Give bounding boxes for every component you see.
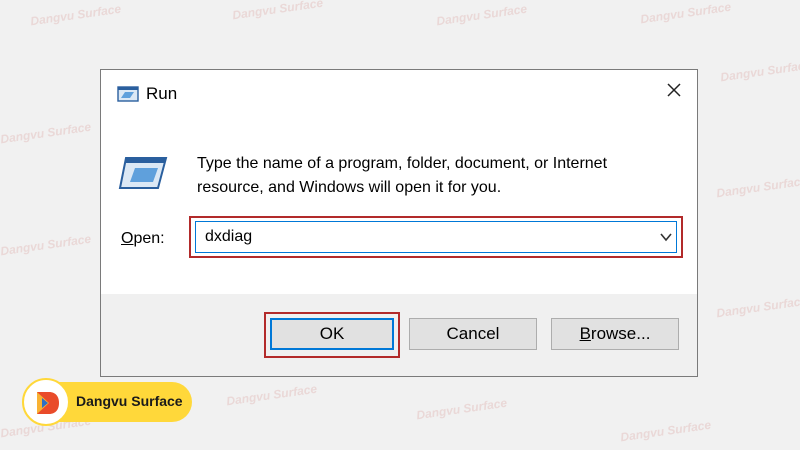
- close-button[interactable]: [651, 70, 697, 110]
- chevron-down-icon[interactable]: [660, 232, 672, 242]
- cancel-label: Cancel: [446, 324, 500, 343]
- watermark-text: Dangvu Surface: [0, 231, 92, 259]
- watermark-text: Dangvu Surface: [415, 395, 508, 423]
- watermark-text: Dangvu Surface: [715, 293, 800, 321]
- watermark-text: Dangvu Surface: [231, 0, 324, 23]
- open-input-value: dxdiag: [205, 228, 253, 245]
- run-dialog: Run Type the name of a program, folder, …: [100, 69, 698, 377]
- browse-label-accelerator: B: [579, 324, 591, 343]
- watermark-text: Dangvu Surface: [619, 417, 712, 445]
- watermark-text: Dangvu Surface: [225, 381, 318, 409]
- run-program-icon: [118, 157, 168, 189]
- open-label-text: pen:: [133, 230, 165, 247]
- watermark-text: Dangvu Surface: [435, 1, 528, 29]
- description-text: Type the name of a program, folder, docu…: [197, 155, 608, 196]
- open-input[interactable]: dxdiag: [195, 221, 677, 253]
- browse-label: rowse...: [590, 324, 651, 343]
- watermark-text: Dangvu Surface: [639, 0, 732, 27]
- button-bar: OK Cancel Browse...: [101, 294, 697, 376]
- close-icon: [667, 83, 681, 97]
- title-bar[interactable]: Run: [101, 70, 697, 116]
- logo-circle: [22, 378, 70, 426]
- window-title: Run: [146, 84, 178, 103]
- ok-label: OK: [319, 324, 345, 343]
- run-icon: [117, 86, 139, 102]
- watermark-text: Dangvu Surface: [29, 1, 122, 29]
- watermark-text: Dangvu Surface: [0, 119, 92, 147]
- browse-button[interactable]: Browse...: [551, 318, 679, 350]
- watermark-text: Dangvu Surface: [715, 173, 800, 201]
- open-label: Open:: [121, 230, 165, 248]
- dangvu-logo-icon: [37, 392, 59, 414]
- watermark-text: Dangvu Surface: [719, 57, 800, 85]
- dialog-body: Type the name of a program, folder, docu…: [101, 116, 697, 294]
- logo-text: Dangvu Surface: [76, 393, 183, 409]
- brand-logo: Dangvu Surface: [22, 378, 192, 426]
- open-label-accelerator: O: [121, 230, 134, 247]
- ok-button[interactable]: OK: [270, 318, 394, 350]
- cancel-button[interactable]: Cancel: [409, 318, 537, 350]
